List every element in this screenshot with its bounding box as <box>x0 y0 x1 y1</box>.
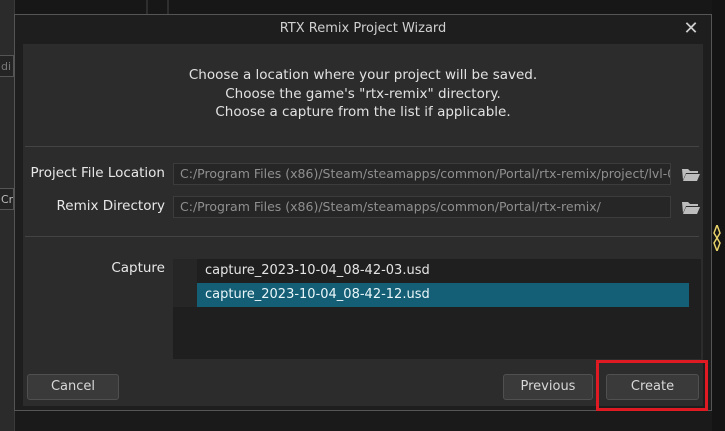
instruction-line: Choose a location where your project wil… <box>188 67 538 83</box>
folder-open-icon[interactable] <box>681 199 701 215</box>
background-divider <box>146 0 148 14</box>
background-viewport <box>712 0 725 431</box>
wizard-panel: Choose a location where your project wil… <box>23 44 703 406</box>
instruction-line: Choose a capture from the list if applic… <box>215 104 511 120</box>
capture-label: Capture <box>111 260 165 276</box>
dialog-title: RTX Remix Project Wizard <box>15 15 711 43</box>
capture-list[interactable]: capture_2023-10-04_08-42-03.usd capture_… <box>173 259 701 359</box>
project-wizard-dialog: RTX Remix Project Wizard ✕ Choose a loca… <box>14 14 712 411</box>
background-field: di <box>0 55 14 77</box>
project-file-location-field[interactable]: C:/Program Files (x86)/Steam/steamapps/c… <box>173 163 671 185</box>
remix-directory-field[interactable]: C:/Program Files (x86)/Steam/steamapps/c… <box>173 196 671 218</box>
capture-item[interactable]: capture_2023-10-04_08-42-03.usd <box>197 259 689 283</box>
background-divider <box>167 0 169 14</box>
background-viewport-top <box>14 0 712 14</box>
instructions: Choose a location where your project wil… <box>23 66 703 122</box>
background-button: Cr <box>0 188 14 210</box>
previous-button[interactable]: Previous <box>503 374 593 400</box>
create-button[interactable]: Create <box>606 374 699 400</box>
folder-open-icon[interactable] <box>681 166 701 182</box>
cancel-button[interactable]: Cancel <box>27 374 119 400</box>
viewport-gizmo-icon <box>713 225 721 251</box>
remix-directory-label: Remix Directory <box>56 198 165 214</box>
close-icon[interactable]: ✕ <box>681 19 701 39</box>
capture-item-selected[interactable]: capture_2023-10-04_08-42-12.usd <box>197 283 689 307</box>
instruction-line: Choose the game's "rtx-remix" directory. <box>225 85 501 102</box>
divider <box>25 236 699 237</box>
background-app-panel: di Cr <box>0 0 15 431</box>
project-file-location-label: Project File Location <box>30 165 165 181</box>
divider <box>25 146 699 147</box>
capture-list-gutter <box>173 259 197 307</box>
